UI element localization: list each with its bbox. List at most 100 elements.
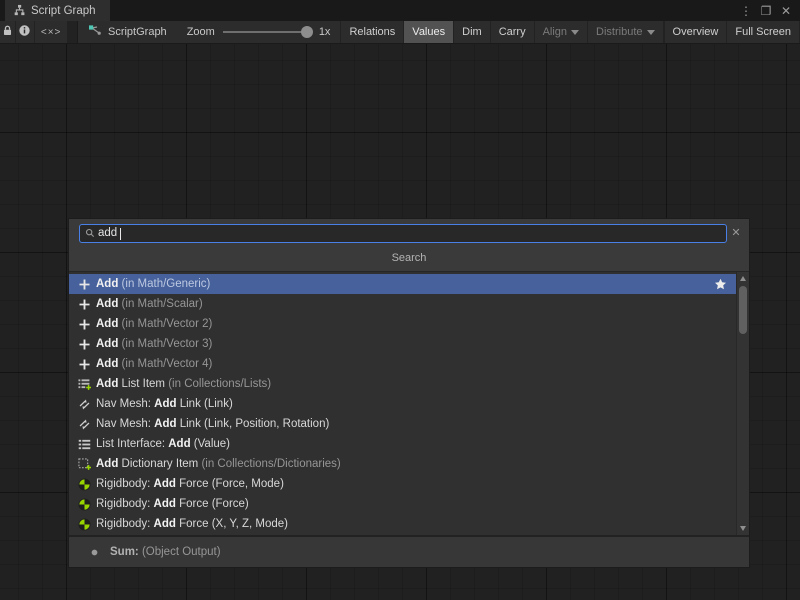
menu-kebab-icon[interactable]: ⋮ [738, 4, 754, 18]
label-segment: Force (Force, Mode) [176, 478, 284, 490]
label-segment: (Object Output) [139, 546, 221, 558]
label-segment: Link (Link) [177, 398, 233, 410]
chevron-down-icon [647, 30, 655, 35]
label-segment: Force (Force) [176, 498, 249, 510]
label-segment: Nav Mesh: [96, 418, 154, 430]
toolbar-button-label: Align [543, 26, 567, 38]
search-icon [85, 225, 95, 243]
label-segment: Add [96, 298, 118, 310]
finder-result-row[interactable]: Add (in Math/Scalar) [69, 294, 749, 314]
toolbar-button-full-screen[interactable]: Full Screen [727, 21, 800, 43]
label-segment: (in Collections/Dictionaries) [201, 458, 340, 470]
zoom-slider[interactable] [223, 31, 311, 33]
finder-result-row[interactable]: Rigidbody: Add Force (X, Y, Z, Mode) [69, 514, 749, 534]
search-query: add [98, 228, 117, 240]
label-segment: Dictionary Item [118, 458, 201, 470]
finder-result-row[interactable]: Add (in Math/Generic) [69, 274, 749, 294]
result-label: Add (in Math/Generic) [96, 278, 210, 290]
text-caret [120, 228, 121, 240]
finder-footer: Sum: (Object Output) [69, 535, 749, 567]
label-segment: Add [154, 418, 176, 430]
code-view-button[interactable]: <×> [35, 21, 68, 43]
search-input[interactable]: add [79, 224, 727, 243]
toolbar-button-distribute[interactable]: Distribute [588, 21, 663, 43]
label-segment: (in Math/Scalar) [118, 298, 202, 310]
toolbar-button-label: Full Screen [735, 26, 791, 38]
label-segment: (in Math/Vector 4) [118, 358, 212, 370]
finder-result-row[interactable]: Add Dictionary Item (in Collections/Dict… [69, 454, 749, 474]
info-icon [18, 24, 31, 40]
info-button[interactable] [16, 21, 35, 43]
search-header: Search [69, 248, 749, 271]
label-segment: (Value) [191, 438, 230, 450]
window-controls: ⋮ ❐ ✕ [738, 0, 800, 21]
plus-icon [77, 277, 91, 291]
toolbar-button-overview[interactable]: Overview [664, 21, 728, 43]
rigidbody-icon [77, 477, 91, 491]
code-brackets-icon: <×> [41, 27, 62, 38]
toolbar-button-relations[interactable]: Relations [341, 21, 404, 43]
finder-result-row[interactable]: Nav Mesh: Add Link (Link) [69, 394, 749, 414]
rigidbody-icon [77, 517, 91, 531]
add-list-icon [77, 377, 91, 391]
finder-result-row[interactable]: Add List Item (in Collections/Lists) [69, 374, 749, 394]
zoom-label: Zoom [187, 26, 215, 38]
finder-result-row[interactable]: Add (in Math/Vector 4) [69, 354, 749, 374]
label-segment: Rigidbody: [96, 518, 154, 530]
chevron-down-icon [571, 30, 579, 35]
label-segment: Add [154, 498, 176, 510]
add-dictionary-icon [77, 457, 91, 471]
toolbar-button-label: Values [412, 26, 445, 38]
toolbar-button-carry[interactable]: Carry [491, 21, 535, 43]
rigidbody-icon [77, 497, 91, 511]
tab-script-graph[interactable]: Script Graph [5, 0, 110, 21]
script-graph-node-icon [88, 24, 102, 41]
plus-icon [77, 337, 91, 351]
graph-name-section[interactable]: ScriptGraph [78, 21, 181, 43]
label-segment: (in Math/Vector 2) [118, 318, 212, 330]
result-label: Add (in Math/Vector 3) [96, 338, 212, 350]
toolbar-gap [68, 21, 78, 43]
label-segment: Add [154, 478, 176, 490]
result-label: Add List Item (in Collections/Lists) [96, 378, 271, 390]
toolbar-button-dim[interactable]: Dim [454, 21, 491, 43]
close-finder-icon[interactable]: ✕ [729, 226, 743, 239]
scrollbar[interactable] [736, 272, 749, 535]
star-icon[interactable] [714, 278, 727, 291]
scroll-down-icon[interactable] [740, 526, 746, 531]
finder-result-row[interactable]: Rigidbody: Add Force (Force, Mode) [69, 474, 749, 494]
label-segment: Rigidbody: [96, 498, 154, 510]
list-interface-icon [77, 437, 91, 451]
maximize-icon[interactable]: ❐ [758, 4, 774, 18]
zoom-slider-knob[interactable] [301, 26, 313, 38]
toolbar-button-label: Carry [499, 26, 526, 38]
finder-result-row[interactable]: Nav Mesh: Add Link (Link, Position, Rota… [69, 414, 749, 434]
label-segment: Nav Mesh: [96, 398, 154, 410]
label-segment: (in Math/Generic) [118, 278, 210, 290]
finder-result-row[interactable]: Rigidbody: Add Force (Force) [69, 494, 749, 514]
footer-label: Sum: (Object Output) [110, 546, 221, 558]
scrollbar-thumb[interactable] [739, 286, 747, 334]
finder-result-row[interactable]: Add (in Math/Vector 2) [69, 314, 749, 334]
label-segment: Add [154, 398, 176, 410]
toolbar-button-align[interactable]: Align [535, 21, 588, 43]
plus-icon [77, 297, 91, 311]
close-window-icon[interactable]: ✕ [778, 4, 794, 18]
label-segment: List Item [118, 378, 168, 390]
finder-result-row[interactable]: Add (in Math/Vector 3) [69, 334, 749, 354]
graph-name-label: ScriptGraph [108, 26, 167, 38]
unity-visual-scripting-window: Script Graph ⋮ ❐ ✕ [0, 0, 800, 600]
dot-icon [87, 545, 101, 559]
graph-toolbar: <×> ScriptGraph Zoom 1x Relations Values D… [0, 21, 800, 44]
label-segment: Link (Link, Position, Rotation) [177, 418, 330, 430]
search-row: add ✕ [69, 219, 749, 248]
fuzzy-finder-popup: add ✕ Search Add (in Math/Generic)Add (i… [68, 218, 750, 568]
zoom-control: Zoom 1x [181, 21, 342, 43]
scroll-up-icon[interactable] [740, 276, 746, 281]
toolbar-button-values[interactable]: Values [404, 21, 454, 43]
lock-button[interactable] [0, 21, 16, 43]
label-segment: Rigidbody: [96, 478, 154, 490]
label-segment: (in Math/Vector 3) [118, 338, 212, 350]
zoom-value: 1x [319, 26, 331, 38]
finder-result-row[interactable]: List Interface: Add (Value) [69, 434, 749, 454]
